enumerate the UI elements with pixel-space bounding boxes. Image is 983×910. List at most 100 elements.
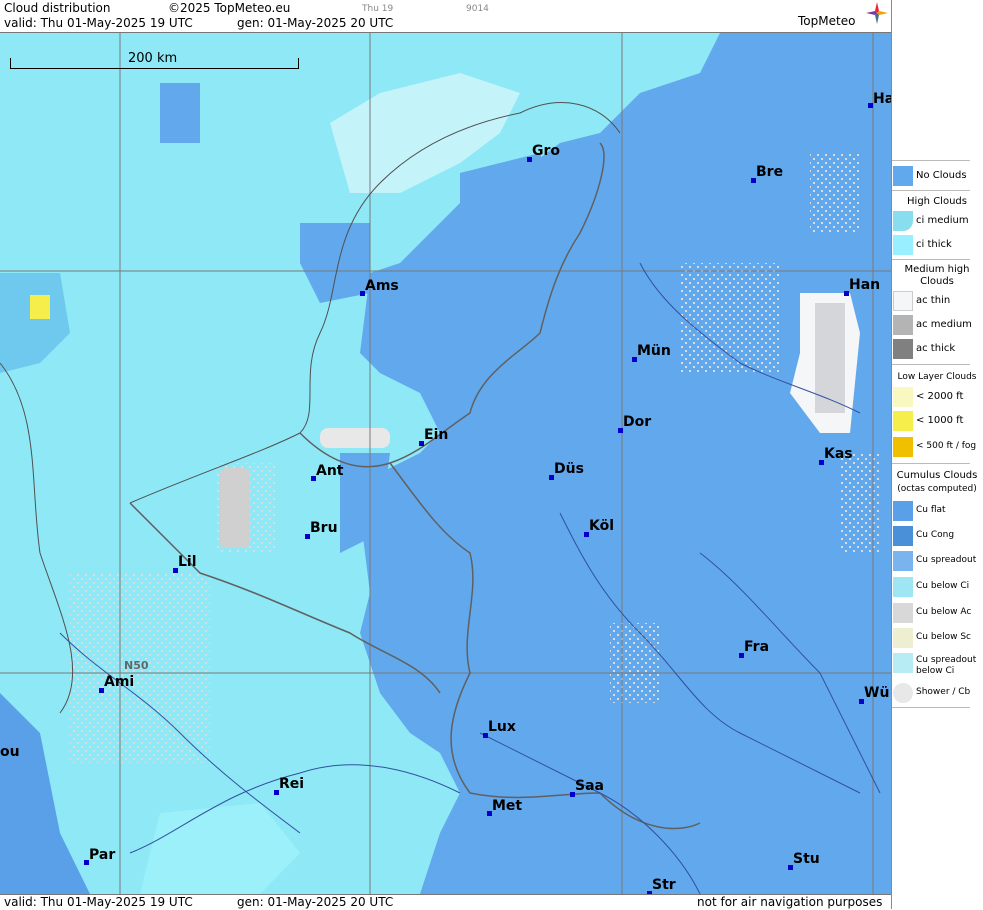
ac-medium-han <box>815 303 845 413</box>
legend-cu-below-ci: Cu below Ci <box>892 577 983 599</box>
city-rei[interactable]: Rei <box>279 776 304 792</box>
legend-label: No Clouds <box>916 170 967 181</box>
cloud-map[interactable]: 200 km N50 Ha Gro Bre Ams Han Mün Dor Ei… <box>0 33 891 894</box>
swatch-cu-below-ci <box>893 577 913 597</box>
city-kol[interactable]: Köl <box>589 518 614 534</box>
legend-heading-cumulus-2: (octas computed) <box>897 484 977 494</box>
legend-no-clouds: No Clouds <box>892 166 983 188</box>
city-saa[interactable]: Saa <box>575 778 604 794</box>
valid-time: valid: Thu 01-May-2025 19 UTC <box>4 16 193 30</box>
swatch-cu-below-ac <box>893 603 913 623</box>
legend-cu-below-sc: Cu below Sc <box>892 628 983 650</box>
city-wu[interactable]: Wü <box>864 685 889 701</box>
city-bru[interactable]: Bru <box>310 520 338 536</box>
legend-label: < 1000 ft <box>916 415 964 426</box>
city-dor[interactable]: Dor <box>623 414 651 430</box>
city-ha[interactable]: Ha <box>873 91 891 107</box>
legend-panel: No Clouds High Clouds ci medium ci thick… <box>891 0 983 909</box>
legend-divider <box>892 707 970 708</box>
small-time: Thu 19 <box>362 4 394 14</box>
legend-label: ac medium <box>916 319 972 330</box>
swatch-ac-medium <box>893 315 913 335</box>
shower-bel <box>220 468 250 548</box>
swatch-no-clouds <box>893 166 913 186</box>
legend-divider <box>892 190 970 191</box>
legend-lt500: < 500 ft / fog <box>892 437 983 459</box>
legend-label: ac thin <box>916 295 951 306</box>
compass-icon <box>866 2 888 24</box>
parallel-label: N50 <box>124 659 149 672</box>
city-lux[interactable]: Lux <box>488 719 516 735</box>
legend-label: ci medium <box>916 215 969 226</box>
legend-cu-cong: Cu Cong <box>892 526 983 548</box>
city-met[interactable]: Met <box>492 798 522 814</box>
city-par[interactable]: Par <box>89 847 115 863</box>
city-fra[interactable]: Fra <box>744 639 769 655</box>
swatch-cu-spreadout <box>893 551 913 571</box>
legend-ac-thin: ac thin <box>892 291 983 313</box>
legend-shower: Shower / Cb <box>892 683 983 705</box>
legend-divider <box>892 364 970 365</box>
low-cloud-1000ft <box>30 295 50 319</box>
swatch-cu-cong <box>893 526 913 546</box>
city-ein[interactable]: Ein <box>424 427 448 443</box>
city-ant[interactable]: Ant <box>316 463 344 479</box>
gen-time: gen: 01-May-2025 20 UTC <box>237 16 394 30</box>
map-footer: valid: Thu 01-May-2025 19 UTC gen: 01-Ma… <box>0 894 891 910</box>
legend-heading-medium-1: Medium high <box>904 264 970 275</box>
map-canvas <box>0 33 891 894</box>
city-bre[interactable]: Bre <box>756 164 783 180</box>
legend-lt1000: < 1000 ft <box>892 411 983 433</box>
brand-logo-text: TopMeteo <box>798 14 856 28</box>
legend-label: Cu flat <box>916 505 946 515</box>
legend-label: Cu spreadout <box>916 655 977 665</box>
legend-divider <box>892 160 970 161</box>
city-str[interactable]: Str <box>652 877 676 893</box>
legend-ac-medium: ac medium <box>892 315 983 337</box>
legend-heading-medium-2: Clouds <box>920 276 954 287</box>
swatch-lt500 <box>893 437 913 457</box>
swatch-cu-flat <box>893 501 913 521</box>
footer-gen: gen: 01-May-2025 20 UTC <box>237 895 394 909</box>
city-mun[interactable]: Mün <box>637 343 671 359</box>
copyright: ©2025 TopMeteo.eu <box>168 1 291 15</box>
city-ams[interactable]: Ams <box>365 278 399 294</box>
legend-cu-below-ac: Cu below Ac <box>892 603 983 625</box>
clear-patch-sea <box>160 83 200 143</box>
legend-label: below Ci <box>916 666 955 676</box>
legend-lt2000: < 2000 ft <box>892 387 983 409</box>
map-header: Cloud distribution ©2025 TopMeteo.eu Thu… <box>0 0 891 33</box>
footer-disclaimer: not for air navigation purposes <box>697 895 883 909</box>
scale-label: 200 km <box>128 51 178 66</box>
legend-cu-flat: Cu flat <box>892 501 983 523</box>
legend-ci-thick: ci thick <box>892 235 983 257</box>
swatch-ci-medium <box>893 211 913 231</box>
swatch-ac-thick <box>893 339 913 359</box>
legend-label: < 2000 ft <box>916 391 964 402</box>
swatch-cu-below-sc <box>893 628 913 648</box>
legend-label: ci thick <box>916 239 952 250</box>
legend-label: < 500 ft / fog <box>916 441 977 451</box>
shower-ein <box>320 428 390 448</box>
city-han[interactable]: Han <box>849 277 880 293</box>
city-stu[interactable]: Stu <box>793 851 820 867</box>
swatch-ci-thick <box>893 235 913 255</box>
cu-below-ac-mun <box>680 263 780 373</box>
city-gro[interactable]: Gro <box>532 143 560 159</box>
swatch-lt2000 <box>893 387 913 407</box>
map-title: Cloud distribution <box>4 1 111 15</box>
city-ami[interactable]: Ami <box>104 674 134 690</box>
cu-below-ac-bre <box>810 153 860 233</box>
legend-divider <box>892 463 970 464</box>
city-dus[interactable]: Düs <box>554 461 584 477</box>
city-kas[interactable]: Kas <box>824 446 853 462</box>
legend-label: ac thick <box>916 343 956 354</box>
legend-cu-spreadout: Cu spreadout <box>892 551 983 573</box>
legend-heading-cumulus-1: Cumulus Clouds <box>896 470 978 481</box>
legend-heading-low: Low Layer Clouds <box>897 372 977 382</box>
city-lil[interactable]: Lil <box>178 554 197 570</box>
legend-cu-spread-below-ci: Cu spreadout below Ci <box>892 653 983 681</box>
legend-ac-thick: ac thick <box>892 339 983 361</box>
legend-label: Cu below Ci <box>916 581 970 591</box>
city-ou[interactable]: ou <box>0 744 20 760</box>
